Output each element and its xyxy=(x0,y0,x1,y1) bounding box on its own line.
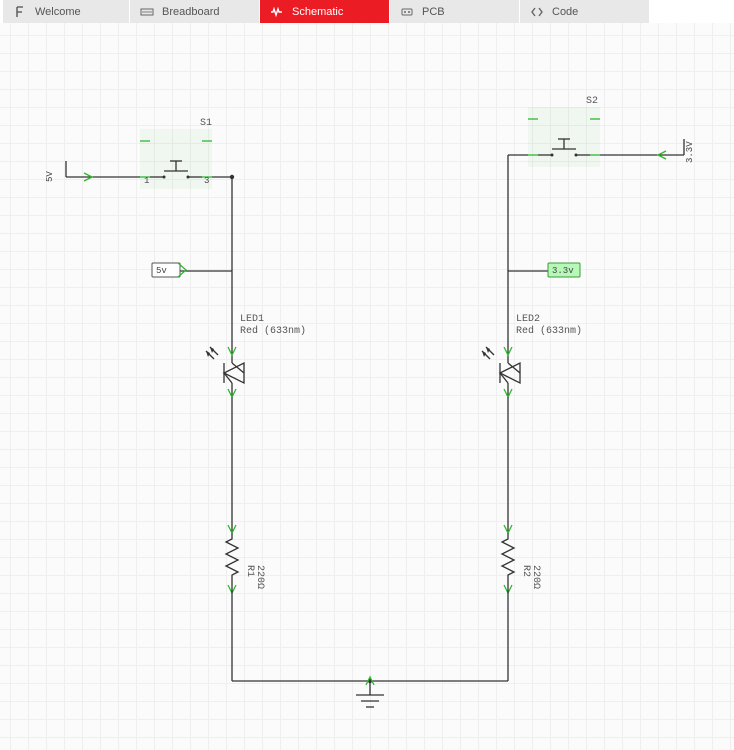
tab-label: Breadboard xyxy=(162,6,220,18)
schematic-drawing: 5V S1 1 3 5v LED1 xyxy=(0,23,734,750)
tab-schematic[interactable]: Schematic xyxy=(260,0,390,23)
schematic-icon xyxy=(270,5,284,19)
led1[interactable]: LED1 Red (633nm) xyxy=(206,314,306,397)
svg-text:3.3V: 3.3V xyxy=(685,141,695,163)
tab-pcb[interactable]: PCB xyxy=(390,0,520,23)
svg-text:S2: S2 xyxy=(586,96,598,107)
svg-text:3.3v: 3.3v xyxy=(552,266,574,276)
tab-breadboard[interactable]: Breadboard xyxy=(130,0,260,23)
fritzing-icon xyxy=(13,5,27,19)
switch-s2[interactable]: S2 xyxy=(528,96,600,167)
net-label-3v3[interactable]: 3.3v xyxy=(508,263,580,277)
power-pin-3v3[interactable]: 3.3V xyxy=(656,139,695,163)
svg-text:5V: 5V xyxy=(45,171,55,182)
tab-code[interactable]: Code xyxy=(520,0,650,23)
svg-text:R2: R2 xyxy=(520,565,531,577)
tab-label: Schematic xyxy=(292,6,343,18)
schematic-canvas[interactable]: 5V S1 1 3 5v LED1 xyxy=(0,23,734,750)
svg-text:LED2: LED2 xyxy=(516,314,540,325)
svg-text:220Ω: 220Ω xyxy=(254,565,265,589)
svg-text:220Ω: 220Ω xyxy=(530,565,541,589)
pcb-icon xyxy=(400,5,414,19)
svg-text:Red (633nm): Red (633nm) xyxy=(240,325,306,337)
tab-label: PCB xyxy=(422,6,445,18)
power-pin-5v[interactable]: 5V xyxy=(45,161,94,182)
tab-label: Welcome xyxy=(35,6,81,18)
led2[interactable]: LED2 Red (633nm) xyxy=(482,314,582,397)
svg-text:LED1: LED1 xyxy=(240,314,264,325)
code-icon xyxy=(530,5,544,19)
tab-label: Code xyxy=(552,6,578,18)
svg-text:R1: R1 xyxy=(244,565,255,577)
switch-s1[interactable]: S1 1 3 xyxy=(140,118,212,189)
svg-text:Red (633nm): Red (633nm) xyxy=(516,325,582,337)
tab-welcome[interactable]: Welcome xyxy=(0,0,130,23)
net-label-5v[interactable]: 5v xyxy=(152,263,232,277)
svg-text:S1: S1 xyxy=(200,118,212,129)
svg-text:5v: 5v xyxy=(156,266,167,276)
svg-text:3: 3 xyxy=(204,176,209,186)
view-tabs: Welcome Breadboard Schematic PCB Code xyxy=(0,0,734,23)
svg-text:1: 1 xyxy=(144,176,149,186)
breadboard-icon xyxy=(140,5,154,19)
